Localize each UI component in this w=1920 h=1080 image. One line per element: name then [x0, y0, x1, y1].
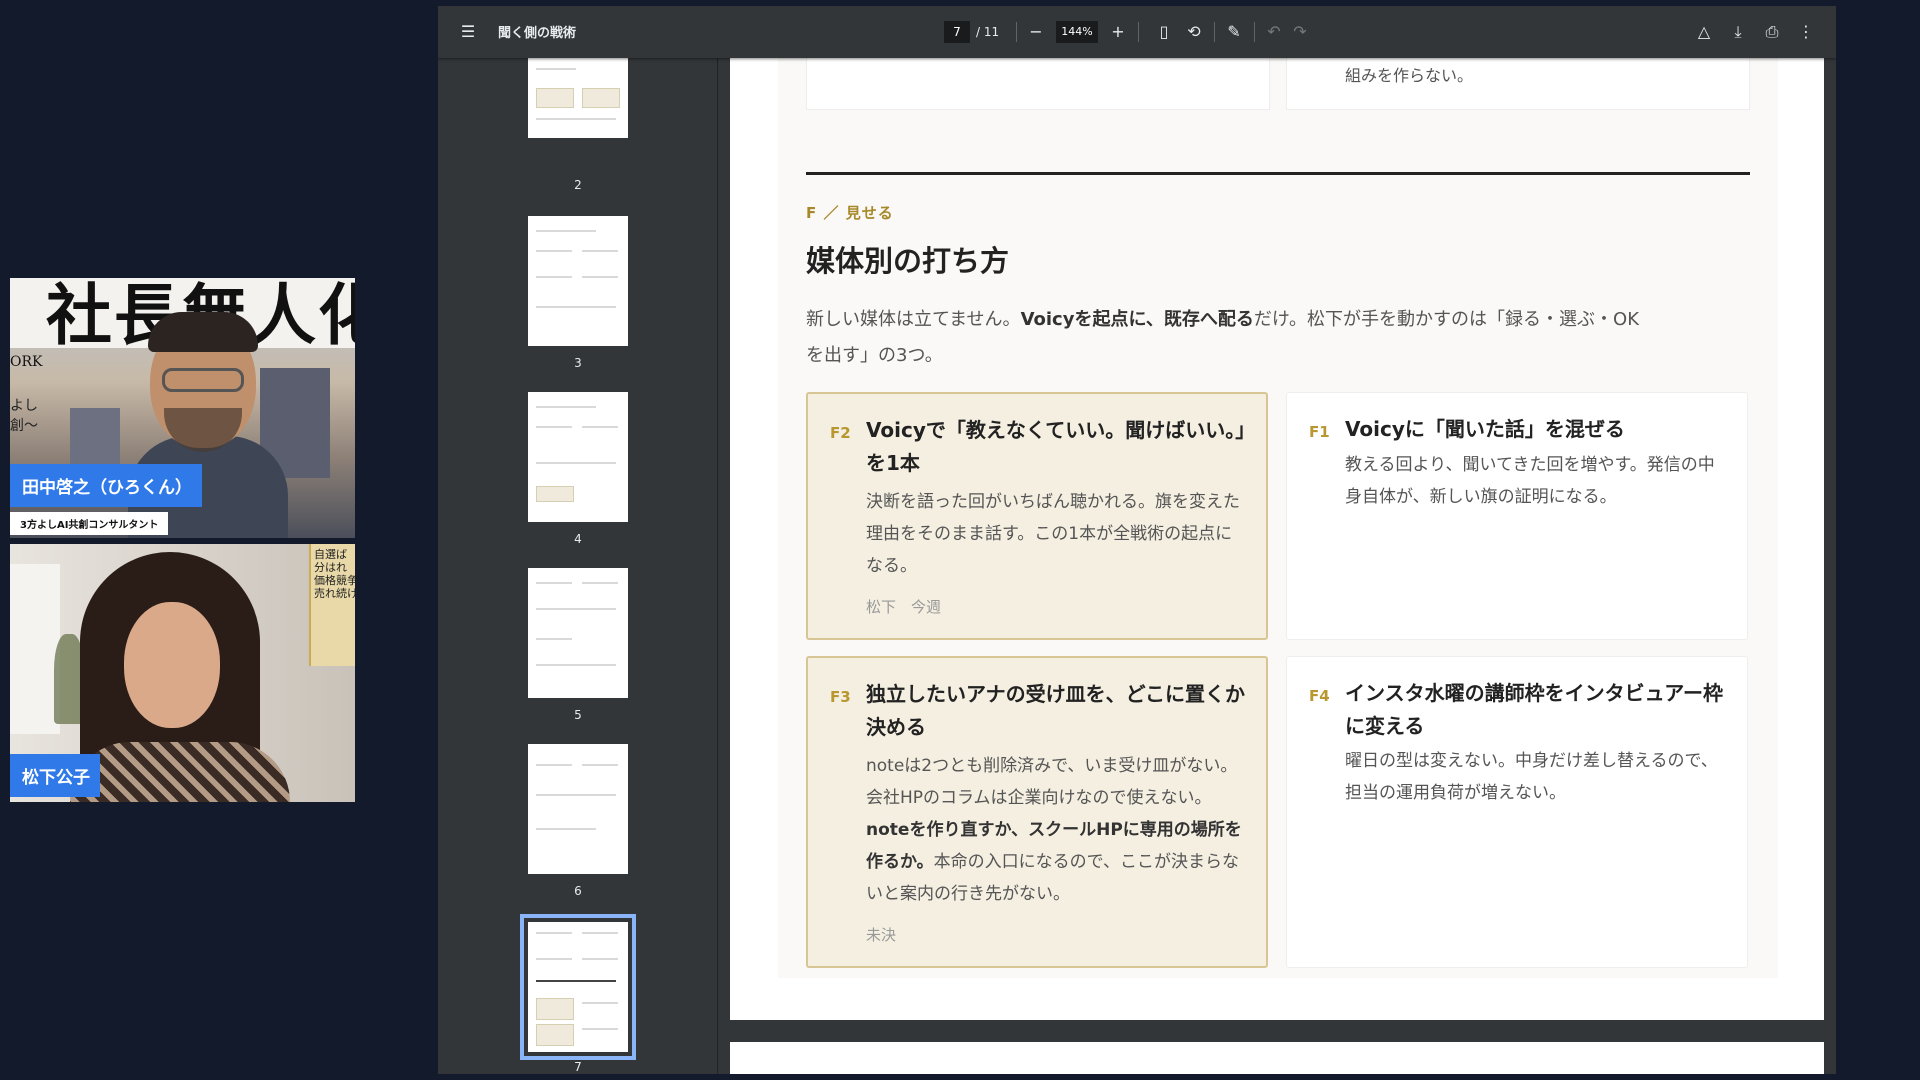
- participant-role-tag: 3方よしAI共創コンサルタント: [10, 512, 169, 535]
- download-icon[interactable]: ⤓: [1726, 20, 1750, 44]
- toolbar-divider: [1214, 22, 1215, 42]
- card: 組みを作らない。: [1286, 58, 1750, 110]
- card-code: F4: [1309, 687, 1330, 705]
- page-thumbnail[interactable]: [528, 216, 628, 346]
- card: [806, 58, 1270, 110]
- background-book-text: 自選ば 分はれ 価格競争をやめて 売れ続ける力: [314, 548, 355, 600]
- undo-icon[interactable]: ↶: [1262, 20, 1286, 44]
- participant-name-tag: 松下公子: [10, 754, 100, 797]
- card-f3: F3 独立したいアナの受け皿を、どこに置くか決める noteは2つとも削除済みで…: [806, 656, 1268, 968]
- card-code: F1: [1309, 423, 1330, 441]
- background-window: [10, 564, 60, 734]
- zoom-input[interactable]: 144%: [1056, 21, 1098, 43]
- background-book: 自選ば 分はれ 価格競争をやめて 売れ続ける力: [309, 544, 355, 666]
- page-total: / 11: [976, 25, 1000, 39]
- card-body: 組みを作らない。: [1345, 66, 1474, 85]
- card-body: 決断を語った回がいちばん聴かれる。旗を変えた理由をそのまま話す。この1本が全戦術…: [866, 492, 1240, 576]
- card-code: F3: [830, 688, 851, 706]
- card-meta: 未決: [866, 926, 897, 944]
- toolbar-divider: [1254, 22, 1255, 42]
- participant-name-tag: 田中啓之（ひろくん）: [10, 464, 202, 507]
- toolbar-divider: [1138, 22, 1139, 42]
- card-title: 独立したいアナの受け皿を、どこに置くか決める: [866, 682, 1245, 739]
- participant-video-matsushita: [70, 552, 290, 802]
- page-number-input[interactable]: 7: [944, 21, 970, 43]
- card-title: Voicyに「聞いた話」を混ぜる: [1345, 417, 1625, 441]
- page-thumbnail[interactable]: [528, 58, 628, 138]
- video-tile-tanaka[interactable]: 社長無人化 ORK よし 創〜 田中啓之（ひろくん） 3方よしAI共創コンサルタ…: [10, 278, 355, 538]
- thumbnail-label: 4: [574, 532, 582, 546]
- zoom-in-icon[interactable]: +: [1106, 20, 1130, 44]
- card-body: 曜日の型は変えない。中身だけ差し替えるので、担当の運用負荷が増えない。: [1345, 751, 1718, 803]
- card-f4: F4 インスタ水曜の講師枠をインタビュアー枠に変える 曜日の型は変えない。中身だ…: [1286, 656, 1748, 968]
- pdf-viewer: ☰ 聞く側の戦術 7 / 11 − 144% + ▯ ⟲ ✎ ↶ ↷ △ ⤓ ⎙…: [438, 6, 1836, 1074]
- section-divider: [806, 172, 1750, 175]
- background-text: よし 創〜: [10, 398, 38, 434]
- pdf-page: 組みを作らない。 F ／ 見せる 媒体別の打ち方 新しい媒体は立てません。Voi…: [730, 58, 1824, 1020]
- menu-icon[interactable]: ☰: [456, 20, 480, 44]
- rotate-icon[interactable]: ⟲: [1182, 20, 1206, 44]
- card-title: Voicyで「教えなくていい。聞けばいい。」を1本: [866, 418, 1246, 475]
- card-code: F2: [830, 424, 851, 442]
- page-thumbnail[interactable]: [528, 568, 628, 698]
- thumbnail-label: 3: [574, 356, 582, 370]
- section-heading: 媒体別の打ち方: [806, 244, 1010, 278]
- save-drive-icon[interactable]: △: [1692, 20, 1716, 44]
- thumbnail-sidebar[interactable]: 2 3 4 5 6: [438, 58, 718, 1074]
- thumbnail-label: 6: [574, 884, 582, 898]
- pdf-toolbar: ☰ 聞く側の戦術 7 / 11 − 144% + ▯ ⟲ ✎ ↶ ↷ △ ⤓ ⎙…: [438, 6, 1836, 58]
- card-meta: 松下 今週: [866, 598, 942, 616]
- section-kicker: F ／ 見せる: [806, 204, 894, 222]
- thumbnail-label: 2: [574, 178, 582, 192]
- pdf-page-next: [730, 1042, 1824, 1074]
- card-f2: F2 Voicyで「教えなくていい。聞けばいい。」を1本 決断を語った回がいちば…: [806, 392, 1268, 640]
- thumbnail-label: 7: [574, 1060, 582, 1074]
- video-tile-matsushita[interactable]: 自選ば 分はれ 価格競争をやめて 売れ続ける力 松下公子: [10, 544, 355, 802]
- draw-icon[interactable]: ✎: [1222, 20, 1246, 44]
- page-thumbnail[interactable]: [528, 744, 628, 874]
- section-lead: 新しい媒体は立てません。Voicyを起点に、既存へ配るだけ。松下が手を動かすのは…: [806, 309, 1639, 366]
- fit-page-icon[interactable]: ▯: [1152, 20, 1176, 44]
- zoom-out-icon[interactable]: −: [1024, 20, 1048, 44]
- print-icon[interactable]: ⎙: [1760, 20, 1784, 44]
- more-icon[interactable]: ⋮: [1794, 20, 1818, 44]
- card-title: インスタ水曜の講師枠をインタビュアー枠に変える: [1345, 681, 1723, 738]
- card-body: 教える回より、聞いてきた回を増やす。発信の中身自体が、新しい旗の証明になる。: [1345, 455, 1715, 507]
- background-text: ORK: [10, 354, 43, 370]
- thumbnail-label: 5: [574, 708, 582, 722]
- document-title: 聞く側の戦術: [498, 26, 577, 41]
- card-f1: F1 Voicyに「聞いた話」を混ぜる 教える回より、聞いてきた回を増やす。発信…: [1286, 392, 1748, 640]
- toolbar-divider: [1016, 22, 1017, 42]
- page-thumbnail-active[interactable]: [520, 914, 636, 1060]
- card-body: noteは2つとも削除済みで、いま受け皿がない。会社HPのコラムは企業向けなので…: [866, 756, 1242, 904]
- document-area[interactable]: 組みを作らない。 F ／ 見せる 媒体別の打ち方 新しい媒体は立てません。Voi…: [730, 58, 1824, 1074]
- page-thumbnail[interactable]: [528, 392, 628, 522]
- redo-icon[interactable]: ↷: [1288, 20, 1312, 44]
